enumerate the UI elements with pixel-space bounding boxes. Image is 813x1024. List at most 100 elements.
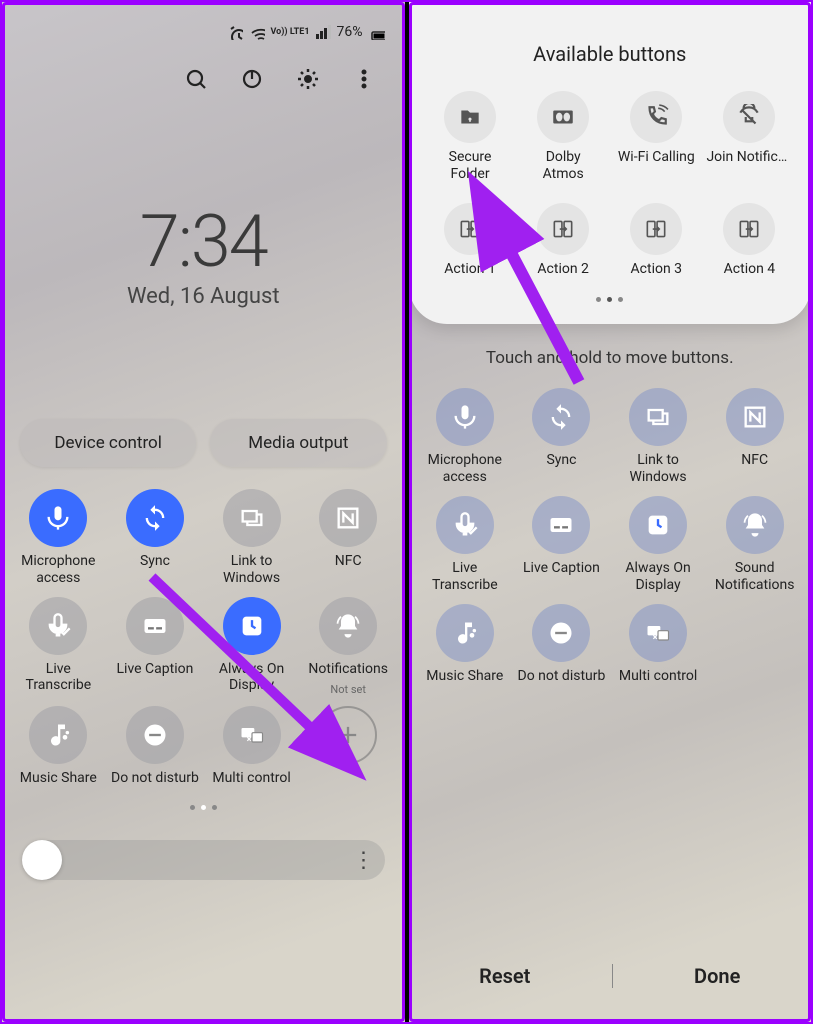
caption-icon[interactable]: [126, 597, 184, 655]
qs-tile-mic[interactable]: Microphone access: [14, 489, 103, 587]
clock-time: 7:34: [2, 199, 405, 284]
qs-tile-add[interactable]: [304, 706, 393, 787]
available-tile-a4[interactable]: Action 4: [706, 203, 793, 278]
mic-icon[interactable]: [29, 489, 87, 547]
qs-tile-musicshare[interactable]: Music Share: [421, 604, 510, 685]
available-tile-a1[interactable]: Action 1: [427, 203, 514, 278]
qs-label: Live Transcribe: [14, 661, 103, 695]
dolby-icon[interactable]: [537, 91, 589, 143]
qs-label: Microphone access: [14, 553, 103, 587]
pager-dots[interactable]: [2, 805, 405, 810]
qs-label: Multi control: [212, 770, 290, 787]
qs-tile-dnd[interactable]: Do not disturb: [111, 706, 200, 787]
qs-tile-dnd[interactable]: Do not disturb: [517, 604, 606, 685]
qs-label: Live Caption: [117, 661, 194, 678]
available-label: Dolby Atmos: [543, 149, 584, 183]
action-icon[interactable]: [630, 203, 682, 255]
transcribe-icon[interactable]: [436, 496, 494, 554]
available-tile-a3[interactable]: Action 3: [613, 203, 700, 278]
hint-text: Touch and hold to move buttons.: [409, 348, 812, 368]
qs-label: Sync: [546, 452, 576, 469]
sync-icon[interactable]: [532, 388, 590, 446]
qs-label: Live Transcribe: [421, 560, 510, 594]
settings-button[interactable]: [295, 66, 323, 94]
clock-block[interactable]: 7:34 Wed, 16 August: [2, 199, 405, 309]
qs-tile-aod[interactable]: Always On Display: [614, 496, 703, 594]
qs-tile-link[interactable]: Link to Windows: [207, 489, 296, 587]
device-control-button[interactable]: Device control: [20, 419, 196, 467]
nfc-icon[interactable]: [726, 388, 784, 446]
qs-tile-caption[interactable]: Live Caption: [111, 597, 200, 697]
available-tile-wificall[interactable]: Wi-Fi Calling: [613, 91, 700, 183]
current-buttons-grid: Microphone access Sync Link to Windows NFC L…: [409, 376, 812, 684]
link-icon[interactable]: [629, 388, 687, 446]
qs-tile-notif[interactable]: Sound Notifications: [710, 496, 799, 594]
brightness-more-icon[interactable]: ⋮: [353, 848, 375, 873]
clock-date: Wed, 16 August: [2, 284, 405, 309]
transcribe-icon[interactable]: [29, 597, 87, 655]
qs-label: Notifications: [308, 661, 388, 678]
search-button[interactable]: [183, 66, 211, 94]
available-label: Action 4: [724, 261, 776, 278]
join-icon[interactable]: [723, 91, 775, 143]
status-bar: Vo)) LTE1 76%: [2, 2, 405, 46]
wifi-icon: [249, 24, 265, 40]
qs-tile-multi[interactable]: Multi control: [614, 604, 703, 685]
plus-icon[interactable]: [319, 706, 377, 764]
media-output-button[interactable]: Media output: [210, 419, 386, 467]
qs-tile-aod[interactable]: Always On Display: [207, 597, 296, 697]
multi-icon[interactable]: [629, 604, 687, 662]
qs-sublabel: Not set: [330, 683, 366, 696]
clock-icon[interactable]: [223, 597, 281, 655]
qs-tile-nfc[interactable]: NFC: [710, 388, 799, 486]
clock-icon[interactable]: [629, 496, 687, 554]
qs-tile-transcribe[interactable]: Live Transcribe: [14, 597, 103, 697]
qs-label: NFC: [741, 452, 768, 469]
qs-tile-sync[interactable]: Sync: [517, 388, 606, 486]
qs-tile-nfc[interactable]: NFC: [304, 489, 393, 587]
music-icon[interactable]: [436, 604, 494, 662]
music-icon[interactable]: [29, 706, 87, 764]
qs-tile-multi[interactable]: Multi control: [207, 706, 296, 787]
available-pager-dots[interactable]: [427, 297, 794, 302]
qs-tile-sync[interactable]: Sync: [111, 489, 200, 587]
multi-icon[interactable]: [223, 706, 281, 764]
action-icon[interactable]: [537, 203, 589, 255]
nfc-icon[interactable]: [319, 489, 377, 547]
power-button[interactable]: [239, 66, 267, 94]
caption-icon[interactable]: [532, 496, 590, 554]
available-tile-dolby[interactable]: Dolby Atmos: [520, 91, 607, 183]
brightness-slider[interactable]: ⋮: [22, 840, 385, 880]
dnd-icon[interactable]: [126, 706, 184, 764]
link-icon[interactable]: [223, 489, 281, 547]
reset-button[interactable]: Reset: [479, 964, 530, 988]
done-button[interactable]: Done: [694, 964, 740, 988]
qs-label: NFC: [335, 553, 362, 570]
qs-tile-transcribe[interactable]: Live Transcribe: [421, 496, 510, 594]
qs-tile-notif[interactable]: Notifications Not set: [304, 597, 393, 697]
sync-icon[interactable]: [126, 489, 184, 547]
divider: [612, 964, 613, 988]
qs-tile-link[interactable]: Link to Windows: [614, 388, 703, 486]
bell-icon[interactable]: [319, 597, 377, 655]
wificall-icon[interactable]: [630, 91, 682, 143]
available-tile-secure[interactable]: Secure Folder: [427, 91, 514, 183]
more-button[interactable]: [351, 66, 379, 94]
signal-bars-icon: [316, 25, 331, 39]
qs-label: Multi control: [619, 668, 697, 685]
available-tile-a2[interactable]: Action 2: [520, 203, 607, 278]
left-phone-quick-settings: Vo)) LTE1 76% 7:34 Wed, 16 August Device…: [2, 2, 405, 1022]
action-icon[interactable]: [444, 203, 496, 255]
qs-label: Do not disturb: [518, 668, 606, 685]
qs-tile-mic[interactable]: Microphone access: [421, 388, 510, 486]
available-tile-joinnotif[interactable]: Join Notificat..: [706, 91, 793, 183]
qs-tile-musicshare[interactable]: Music Share: [14, 706, 103, 787]
qs-tile-caption[interactable]: Live Caption: [517, 496, 606, 594]
action-icon[interactable]: [723, 203, 775, 255]
brightness-thumb[interactable]: [22, 840, 62, 880]
bell-icon[interactable]: [726, 496, 784, 554]
network-badge: Vo)) LTE1: [271, 27, 310, 37]
mic-icon[interactable]: [436, 388, 494, 446]
folder-icon[interactable]: [444, 91, 496, 143]
dnd-icon[interactable]: [532, 604, 590, 662]
